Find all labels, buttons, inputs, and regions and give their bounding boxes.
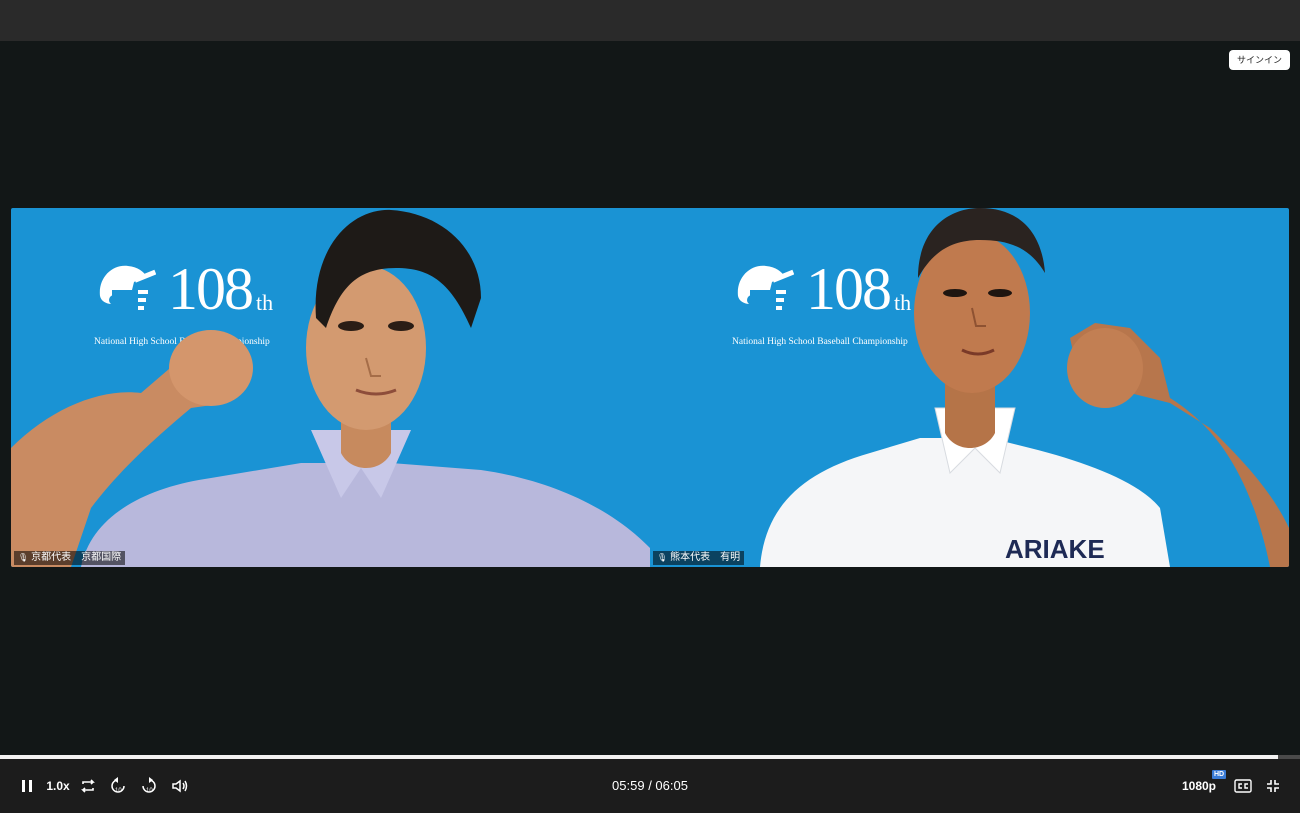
top-bar xyxy=(0,0,1300,41)
microphone-icon: 🎙 xyxy=(657,553,668,562)
captions-icon xyxy=(1234,779,1252,793)
participant-name: 熊本代表 有明 xyxy=(670,552,741,563)
hd-badge: HD xyxy=(1212,770,1227,779)
exit-fullscreen-icon xyxy=(1267,780,1279,792)
participant-label: 🎙 熊本代表 有明 xyxy=(653,551,745,565)
participant-video: ARIAKE xyxy=(760,208,1289,567)
participant-label: 🎙 京都代表 京都国際 xyxy=(14,551,126,565)
captions-button[interactable] xyxy=(1233,775,1253,797)
player-controls: 1.0x 10 10 05:59 / 06:05 1080p HD xyxy=(0,759,1300,813)
participant-tile-right: 108 th National High School Baseball Cha… xyxy=(650,208,1289,567)
participant-video xyxy=(11,209,650,567)
participant-name: 京都代表 京都国際 xyxy=(31,552,122,563)
participant-tile-left: 108 th National High School Baseball Cha… xyxy=(11,208,650,567)
microphone-icon: 🎙 xyxy=(18,553,29,562)
playback-time: 05:59 / 06:05 xyxy=(612,778,688,793)
shirt-text: ARIAKE xyxy=(1005,534,1105,564)
exit-fullscreen-button[interactable] xyxy=(1264,775,1282,797)
signin-button[interactable]: サインイン xyxy=(1228,50,1290,70)
video-tiles: 108 th National High School Baseball Cha… xyxy=(11,208,1289,567)
